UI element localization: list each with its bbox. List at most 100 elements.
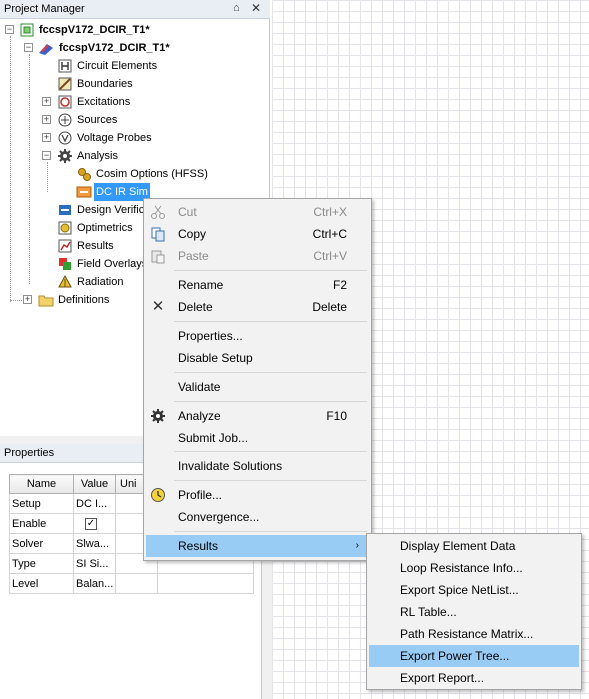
menu-item-validate[interactable]: Validate — [146, 376, 369, 398]
tree-item-design[interactable]: − fccspV172_DCIR_T1* — [0, 39, 270, 57]
menu-separator — [174, 372, 367, 373]
properties-title: Properties — [4, 447, 55, 459]
close-icon[interactable]: ✕ — [251, 1, 261, 15]
excitations-icon — [58, 95, 72, 109]
submenu-item-path-resistance-matrix[interactable]: Path Resistance Matrix... — [369, 623, 579, 645]
menu-shortcut: Ctrl+V — [313, 249, 347, 263]
design-verification-icon — [59, 205, 71, 215]
boundaries-icon — [58, 77, 72, 91]
project-icon — [20, 23, 34, 37]
menu-item-properties[interactable]: Properties... — [146, 325, 369, 347]
submenu-item-export-power-tree[interactable]: Export Power Tree... — [369, 645, 579, 667]
menu-separator — [174, 401, 367, 402]
tree-label-design: fccspV172_DCIR_T1* — [59, 42, 170, 54]
paste-icon — [151, 250, 165, 264]
menu-label: Path Resistance Matrix... — [400, 627, 534, 641]
menu-label: Display Element Data — [400, 539, 516, 553]
tree-item-project[interactable]: − fccspV172_DCIR_T1* — [0, 21, 270, 39]
submenu-item-export-report[interactable]: Export Report... — [369, 667, 579, 689]
menu-item-copy[interactable]: Copy Ctrl+C — [146, 223, 369, 245]
menu-label: Export Spice NetList... — [400, 583, 519, 597]
tree-item-boundaries[interactable]: Boundaries — [0, 75, 270, 93]
menu-item-paste[interactable]: Paste Ctrl+V — [146, 245, 369, 267]
collapse-icon[interactable]: − — [5, 25, 14, 34]
optimetrics-icon — [58, 221, 72, 235]
property-name: Solver — [9, 533, 74, 554]
menu-label: Export Power Tree... — [400, 649, 510, 663]
property-value[interactable]: Balan... — [73, 573, 116, 594]
menu-label: Properties... — [178, 329, 243, 343]
clock-icon — [151, 488, 165, 502]
voltage-probe-icon — [58, 131, 72, 145]
tree-item-cosim-options[interactable]: Cosim Options (HFSS) — [0, 165, 270, 183]
menu-label: Copy — [178, 227, 207, 241]
tree-item-analysis[interactable]: − Analysis — [0, 147, 270, 165]
menu-label: Invalidate Solutions — [178, 459, 283, 473]
pin-icon[interactable]: ⌂ — [233, 2, 240, 14]
expand-icon[interactable]: + — [42, 115, 51, 124]
table-row[interactable]: Level Balan... — [9, 573, 254, 594]
expand-icon[interactable]: + — [42, 133, 51, 142]
expand-icon[interactable]: + — [42, 97, 51, 106]
property-name: Enable — [9, 513, 74, 534]
column-header-name[interactable]: Name — [9, 474, 74, 494]
property-value[interactable]: Slwa... — [73, 533, 116, 554]
menu-item-delete[interactable]: ✕ Delete Delete — [146, 296, 369, 318]
menu-shortcut: F2 — [332, 278, 347, 292]
collapse-icon[interactable]: − — [42, 151, 51, 160]
property-value[interactable]: SI Si... — [73, 553, 116, 574]
menu-label: Validate — [178, 380, 221, 394]
property-value[interactable]: DC I... — [73, 493, 116, 514]
tree-item-voltage-probes[interactable]: + Voltage Probes — [0, 129, 270, 147]
analyze-gear-icon — [151, 409, 165, 423]
tree-label-analysis: Analysis — [77, 150, 118, 162]
delete-x-icon: ✕ — [151, 298, 165, 315]
menu-label: Loop Resistance Info... — [400, 561, 523, 575]
menu-separator — [174, 451, 367, 452]
menu-shortcut: F10 — [326, 409, 347, 423]
project-manager-titlebar: Project Manager ⌂ ✕ — [0, 0, 270, 19]
tree-label-optimetrics: Optimetrics — [77, 222, 133, 234]
tree-item-excitations[interactable]: + Excitations — [0, 93, 270, 111]
menu-label: Submit Job... — [178, 431, 249, 445]
menu-label: Analyze — [178, 409, 221, 423]
menu-separator — [174, 480, 367, 481]
submenu-item-loop-resistance-info[interactable]: Loop Resistance Info... — [369, 557, 579, 579]
tree-label-project: fccspV172_DCIR_T1* — [39, 24, 150, 36]
tree-label-radiation: Radiation — [77, 276, 124, 288]
radiation-icon — [58, 274, 72, 288]
menu-separator — [174, 531, 367, 532]
tree-item-sources[interactable]: + Sources — [0, 111, 270, 129]
menu-item-cut[interactable]: Cut Ctrl+X — [146, 201, 369, 223]
menu-shortcut: Delete — [312, 300, 347, 314]
dc-ir-sim-icon — [76, 186, 92, 198]
menu-item-profile[interactable]: Profile... — [146, 484, 369, 506]
submenu-item-export-spice-netlist[interactable]: Export Spice NetList... — [369, 579, 579, 601]
menu-item-submit-job[interactable]: Submit Job... — [146, 427, 369, 449]
enable-checkbox[interactable]: ✓ — [85, 518, 97, 530]
menu-item-results[interactable]: Results › — [146, 535, 369, 557]
column-header-value[interactable]: Value — [73, 474, 116, 494]
collapse-icon[interactable]: − — [24, 43, 33, 52]
submenu-arrow-icon: › — [355, 540, 359, 551]
menu-shortcut: Ctrl+C — [312, 227, 347, 241]
menu-label: Results — [178, 539, 219, 553]
results-submenu: Display Element Data Loop Resistance Inf… — [366, 533, 582, 690]
expand-icon[interactable]: + — [23, 295, 32, 304]
menu-label: Delete — [178, 300, 213, 314]
property-value[interactable]: ✓ — [73, 513, 116, 534]
menu-item-analyze[interactable]: Analyze F10 — [146, 405, 369, 427]
property-name: Level — [9, 573, 74, 594]
submenu-item-rl-table[interactable]: RL Table... — [369, 601, 579, 623]
menu-item-invalidate-solutions[interactable]: Invalidate Solutions — [146, 455, 369, 477]
tree-label-field-overlays: Field Overlays — [77, 258, 148, 270]
menu-label: Cut — [178, 205, 197, 219]
menu-shortcut: Ctrl+X — [313, 205, 347, 219]
tree-label-definitions: Definitions — [58, 294, 110, 306]
menu-item-convergence[interactable]: Convergence... — [146, 506, 369, 528]
tree-label-dc-ir-sim: DC IR Sim — [94, 183, 150, 201]
submenu-item-display-element-data[interactable]: Display Element Data — [369, 535, 579, 557]
menu-item-disable-setup[interactable]: Disable Setup — [146, 347, 369, 369]
tree-item-circuit-elements[interactable]: Circuit Elements — [0, 57, 270, 75]
menu-item-rename[interactable]: Rename F2 — [146, 274, 369, 296]
